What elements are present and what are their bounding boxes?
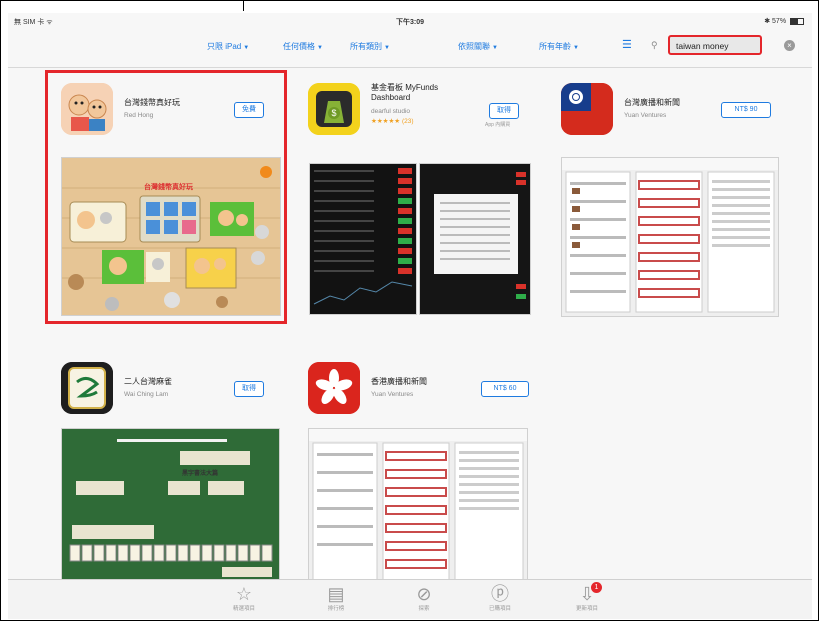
app-icon-mahjong[interactable] xyxy=(61,362,113,414)
bauhinia-flag-icon xyxy=(308,362,360,414)
tab-label: 更新項目 xyxy=(575,606,598,612)
chevron-down-icon: ▼ xyxy=(317,45,323,51)
app-icon-hk-news[interactable] xyxy=(308,362,360,414)
tab-featured[interactable]: ☆ 精選項目 xyxy=(224,584,264,612)
app-icon-coins[interactable] xyxy=(61,83,113,135)
battery-indicator: ✱ 57% xyxy=(764,17,804,25)
list-view-icon[interactable]: ☰ xyxy=(622,39,636,51)
rating-stars: ★★★★★ (23) xyxy=(371,118,414,125)
filter-category[interactable]: 所有類別 ▼ xyxy=(350,41,390,52)
compass-icon: ⊘ xyxy=(416,584,432,604)
app-name[interactable]: 香港廣播和新聞 xyxy=(371,377,471,387)
tab-updates[interactable]: ⇩ 更新項目 1 xyxy=(567,582,607,612)
funds-detail-screenshot xyxy=(420,164,530,314)
mahjong-banner: 黑字書法大篇 xyxy=(182,471,219,477)
app-icon-taiwan-news[interactable] xyxy=(561,83,613,135)
chevron-down-icon: ▼ xyxy=(243,45,250,51)
price-button[interactable]: NT$ 60 xyxy=(481,381,529,397)
taiwan-news-screenshot xyxy=(562,158,778,316)
tab-purchased[interactable]: ⓟ 已購項目 xyxy=(480,584,520,612)
top-strip xyxy=(0,0,819,11)
app-developer: dearful studio xyxy=(371,108,411,115)
screenshot-funds-list[interactable] xyxy=(309,163,417,315)
filter-age[interactable]: 所有年齡 ▼ xyxy=(539,41,579,52)
bluetooth-icon: ✱ xyxy=(764,18,771,25)
hk-news-screenshot xyxy=(309,429,527,580)
cartoon-kids-icon xyxy=(61,83,113,135)
strip-divider xyxy=(243,0,244,11)
tab-top-charts[interactable]: ▤ 排行榜 xyxy=(316,584,356,612)
battery-percent: 57% xyxy=(772,18,787,25)
filter-category-label: 所有類別 xyxy=(350,42,382,51)
updates-badge: 1 xyxy=(591,582,602,593)
tab-label: 精選項目 xyxy=(232,606,255,612)
filter-device-label: 只限 iPad xyxy=(207,42,242,51)
chevron-down-icon: ▼ xyxy=(492,45,498,51)
filter-sort[interactable]: 依照關聯 ▼ xyxy=(458,41,498,52)
app-name[interactable]: 台灣錢幣真好玩 xyxy=(124,98,214,108)
mahjong-tile-icon xyxy=(61,362,113,414)
get-button[interactable]: 取得 xyxy=(234,381,264,397)
chevron-down-icon: ▼ xyxy=(384,45,390,51)
filter-device[interactable]: 只限 iPad ▼ xyxy=(207,41,249,52)
filter-bar: 只限 iPad ▼ 任何價格 ▼ 所有類別 ▼ 依照關聯 ▼ 所有年齡 ▼ ☰ ⚲ tai… xyxy=(8,29,812,68)
battery-icon xyxy=(790,17,804,25)
tab-label: 已購項目 xyxy=(488,606,511,612)
money-bag-icon: $ xyxy=(308,83,360,135)
app-name[interactable]: 基金看板 MyFunds Dashboard xyxy=(371,83,471,103)
filter-price-label: 任何價格 xyxy=(283,42,315,51)
app-name[interactable]: 台灣廣播和新聞 xyxy=(624,98,724,108)
tab-explore[interactable]: ⊘ 探索 xyxy=(404,584,444,612)
game-title: 台灣錢幣真好玩 xyxy=(144,184,193,191)
list-grid-icon: ▤ xyxy=(327,584,345,604)
screenshot-taiwan-news[interactable] xyxy=(561,157,779,317)
chevron-down-icon: ▼ xyxy=(573,45,579,51)
get-button[interactable]: 免費 xyxy=(234,102,264,118)
svg-text:$: $ xyxy=(331,108,336,118)
screenshot-mahjong[interactable]: 黑字書法大篇 xyxy=(61,428,280,581)
status-bar: 無 SIM 卡 ᯤ 下午3:09 ✱ 57% xyxy=(8,13,812,29)
filter-sort-label: 依照關聯 xyxy=(458,42,490,51)
app-icon-myfunds[interactable]: $ xyxy=(308,83,360,135)
screenshot-hk-news[interactable] xyxy=(308,428,528,581)
clear-search-icon[interactable]: × xyxy=(784,40,795,51)
filter-age-label: 所有年齡 xyxy=(539,42,571,51)
funds-list-screenshot xyxy=(310,164,416,314)
app-developer: Red Hong xyxy=(124,112,154,119)
mahjong-screenshot xyxy=(62,429,279,580)
get-button[interactable]: 取得 xyxy=(489,103,519,119)
app-developer: Wai Ching Lam xyxy=(124,391,169,398)
star-icon: ☆ xyxy=(235,584,253,604)
ipad-screen: 無 SIM 卡 ᯤ 下午3:09 ✱ 57% 只限 iPad ▼ 任何價格 ▼ 所有… xyxy=(8,13,812,619)
purchased-icon: ⓟ xyxy=(491,584,509,604)
screenshot-funds-detail[interactable] xyxy=(419,163,531,315)
app-developer: Yuan Ventures xyxy=(371,391,414,398)
price-button[interactable]: NT$ 90 xyxy=(721,102,771,118)
app-name[interactable]: 二人台灣麻雀 xyxy=(124,377,224,387)
tab-label: 探索 xyxy=(418,606,430,612)
tab-label: 排行榜 xyxy=(327,606,345,612)
tab-bar: ☆ 精選項目 ▤ 排行榜 ⊘ 探索 ⓟ 已購項目 ⇩ 更新項目 1 xyxy=(8,579,812,619)
app-developer: Yuan Ventures xyxy=(624,112,667,119)
search-input[interactable]: taiwan money xyxy=(668,35,762,55)
clock: 下午3:09 xyxy=(395,19,424,26)
screenshot-coins-game[interactable]: 台灣錢幣真好玩 xyxy=(61,157,281,316)
in-app-purchase-note: App 內購買 xyxy=(485,122,511,128)
search-icon: ⚲ xyxy=(651,40,658,50)
taiwan-flag-icon xyxy=(561,83,613,135)
filter-price[interactable]: 任何價格 ▼ xyxy=(283,41,323,52)
